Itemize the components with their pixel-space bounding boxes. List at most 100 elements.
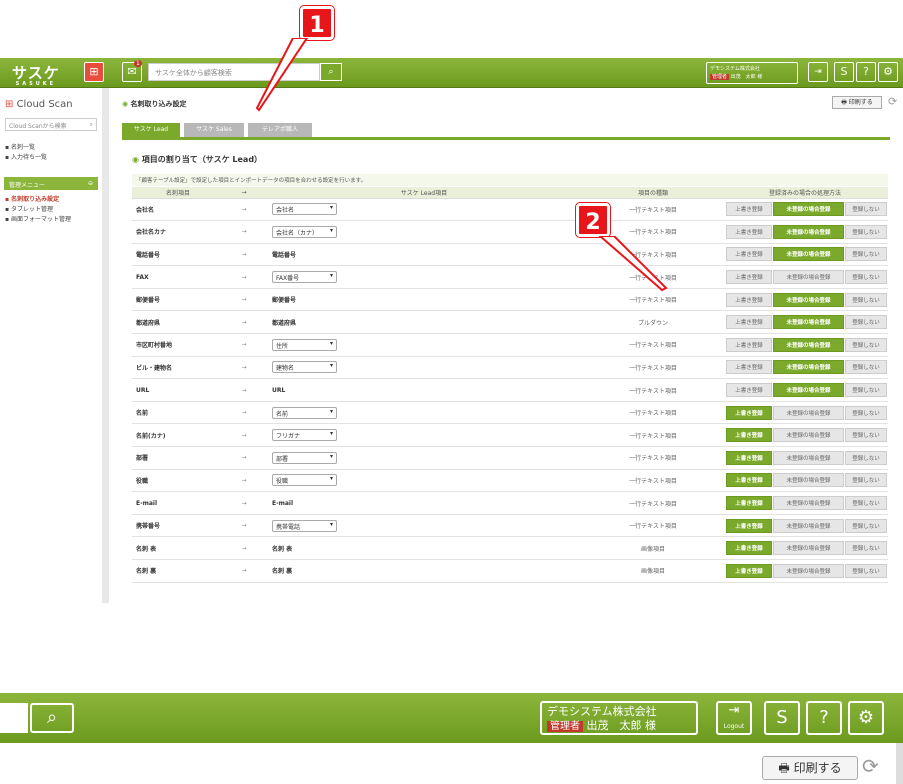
overwrite-button[interactable]: 上書き登録 <box>726 292 772 307</box>
overwrite-button[interactable]: 上書き登録 <box>726 450 772 465</box>
print-button[interactable]: 🖶 印刷する <box>832 96 882 109</box>
skip-button[interactable]: 登録しない <box>845 563 887 578</box>
zoomed-user-info[interactable]: デモシステム株式会社 管理者 出茂 太郎 様 <box>540 701 698 735</box>
overwrite-button[interactable]: 上書き登録 <box>726 224 772 239</box>
scrollbar[interactable] <box>896 743 903 784</box>
skip-button[interactable]: 登録しない <box>845 292 887 307</box>
overwrite-button[interactable]: 上書き登録 <box>726 337 772 352</box>
register-if-new-button[interactable]: 未登録の場合登録 <box>773 360 844 375</box>
sidebar-search-input[interactable]: Cloud Scanから検索 ⌕ <box>5 118 97 131</box>
lead-field-select[interactable]: 会社名 <box>272 203 337 216</box>
skip-button[interactable]: 登録しない <box>845 450 887 465</box>
lead-field-select[interactable]: FAX番号 <box>272 271 337 284</box>
description: 「顧客テーブル設定」で設定した項目とインポートデータの項目を合わせる設定を行いま… <box>132 174 888 186</box>
logout-icon[interactable]: ⇥ <box>808 62 828 82</box>
skip-button[interactable]: 登録しない <box>845 337 887 352</box>
search-icon[interactable]: ⌕ <box>90 121 93 129</box>
overwrite-button[interactable]: 上書き登録 <box>726 428 772 443</box>
lead-field-select[interactable]: 住所 <box>272 338 337 351</box>
zoomed-refresh-icon[interactable]: ⟳ <box>862 754 879 778</box>
card-field-name: 会社名 <box>132 198 224 222</box>
collapse-icon[interactable]: ⊖ <box>88 180 93 187</box>
skip-button[interactable]: 登録しない <box>845 224 887 239</box>
sidebar-toggle-bar[interactable] <box>102 88 109 603</box>
register-if-new-button[interactable]: 未登録の場合登録 <box>773 270 844 285</box>
overwrite-button[interactable]: 上書き登録 <box>726 202 772 217</box>
tab-sasuke-sales[interactable]: サスケ Sales <box>184 123 244 137</box>
col-field-type: 項目の種類 <box>584 187 722 199</box>
overwrite-button[interactable]: 上書き登録 <box>726 247 772 262</box>
skip-button[interactable]: 登録しない <box>845 270 887 285</box>
overwrite-button[interactable]: 上書き登録 <box>726 383 772 398</box>
tab-teleapo[interactable]: テレアポ職人 <box>248 123 312 137</box>
zoomed-sasuke-icon[interactable]: S <box>764 701 800 735</box>
overwrite-button[interactable]: 上書き登録 <box>726 315 772 330</box>
zoomed-help-icon[interactable]: ? <box>806 701 842 735</box>
register-if-new-button[interactable]: 未登録の場合登録 <box>773 496 844 511</box>
lead-field-select[interactable]: 携帯電話 <box>272 519 337 532</box>
sidebar-link-card-list[interactable]: ▪ 名刺一覧 <box>5 142 35 151</box>
register-if-new-button[interactable]: 未登録の場合登録 <box>773 202 844 217</box>
lead-field-select[interactable]: 役職 <box>272 474 337 487</box>
skip-button[interactable]: 登録しない <box>845 518 887 533</box>
lead-field-select[interactable]: 会社名（カナ） <box>272 225 337 238</box>
register-if-new-button[interactable]: 未登録の場合登録 <box>773 473 844 488</box>
zoomed-logout-icon[interactable]: ⇥ Logout <box>716 701 752 735</box>
skip-button[interactable]: 登録しない <box>845 496 887 511</box>
skip-button[interactable]: 登録しない <box>845 315 887 330</box>
settings-icon[interactable]: ⚙ <box>878 62 898 82</box>
register-if-new-button[interactable]: 未登録の場合登録 <box>773 563 844 578</box>
refresh-icon[interactable]: ⟳ <box>888 95 897 108</box>
skip-button[interactable]: 登録しない <box>845 473 887 488</box>
overwrite-button[interactable]: 上書き登録 <box>726 518 772 533</box>
sidebar-item-format[interactable]: ▪ 画面フォーマット管理 <box>5 214 71 223</box>
zoomed-print-button[interactable]: 🖶 印刷する <box>762 756 858 780</box>
register-if-new-button[interactable]: 未登録の場合登録 <box>773 518 844 533</box>
cloud-scan-icon[interactable]: ⊞ <box>84 62 104 82</box>
lead-field-cell: FAX番号 <box>264 265 584 289</box>
skip-button[interactable]: 登録しない <box>845 428 887 443</box>
lead-field-select[interactable]: フリガナ <box>272 429 337 442</box>
admin-menu-header[interactable]: 管理メニュー ⊖ <box>4 177 98 190</box>
sasuke-icon[interactable]: S <box>834 62 854 82</box>
tab-sasuke-lead[interactable]: サスケ Lead <box>122 123 180 137</box>
register-if-new-button[interactable]: 未登録の場合登録 <box>773 247 844 262</box>
app-logo[interactable]: サスケ SASUKE <box>12 62 60 87</box>
overwrite-button[interactable]: 上書き登録 <box>726 360 772 375</box>
zoomed-search-input[interactable] <box>0 703 28 733</box>
sidebar-link-pending-list[interactable]: ▪ 入力待ち一覧 <box>5 152 47 161</box>
register-if-new-button[interactable]: 未登録の場合登録 <box>773 450 844 465</box>
overwrite-button[interactable]: 上書き登録 <box>726 496 772 511</box>
lead-field-select[interactable]: 部署 <box>272 451 337 464</box>
user-info[interactable]: デモシステム株式会社 管理者 出茂 太郎 様 <box>706 62 798 84</box>
register-if-new-button[interactable]: 未登録の場合登録 <box>773 315 844 330</box>
overwrite-button[interactable]: 上書き登録 <box>726 541 772 556</box>
zoomed-search-icon[interactable]: ⌕ <box>30 703 74 733</box>
overwrite-button[interactable]: 上書き登録 <box>726 270 772 285</box>
search-icon[interactable]: ⌕ <box>320 63 342 81</box>
field-type: 一行テキスト項目 <box>584 356 722 380</box>
register-if-new-button[interactable]: 未登録の場合登録 <box>773 337 844 352</box>
skip-button[interactable]: 登録しない <box>845 405 887 420</box>
skip-button[interactable]: 登録しない <box>845 383 887 398</box>
overwrite-button[interactable]: 上書き登録 <box>726 563 772 578</box>
skip-button[interactable]: 登録しない <box>845 202 887 217</box>
zoomed-settings-icon[interactable]: ⚙ <box>848 701 884 735</box>
lead-field-select[interactable]: 建物名 <box>272 361 337 374</box>
sidebar-item-tablet[interactable]: ▪ タブレット管理 <box>5 204 53 213</box>
register-if-new-button[interactable]: 未登録の場合登録 <box>773 541 844 556</box>
sidebar-item-card-import[interactable]: ▪ 名刺取り込み設定 <box>5 194 59 203</box>
register-if-new-button[interactable]: 未登録の場合登録 <box>773 292 844 307</box>
register-if-new-button[interactable]: 未登録の場合登録 <box>773 383 844 398</box>
overwrite-button[interactable]: 上書き登録 <box>726 405 772 420</box>
lead-field-select[interactable]: 名前 <box>272 406 337 419</box>
help-icon[interactable]: ? <box>856 62 876 82</box>
skip-button[interactable]: 登録しない <box>845 360 887 375</box>
skip-button[interactable]: 登録しない <box>845 541 887 556</box>
skip-button[interactable]: 登録しない <box>845 247 887 262</box>
register-if-new-button[interactable]: 未登録の場合登録 <box>773 428 844 443</box>
register-if-new-button[interactable]: 未登録の場合登録 <box>773 224 844 239</box>
lead-field-cell: 都道府県 <box>264 310 584 335</box>
overwrite-button[interactable]: 上書き登録 <box>726 473 772 488</box>
register-if-new-button[interactable]: 未登録の場合登録 <box>773 405 844 420</box>
